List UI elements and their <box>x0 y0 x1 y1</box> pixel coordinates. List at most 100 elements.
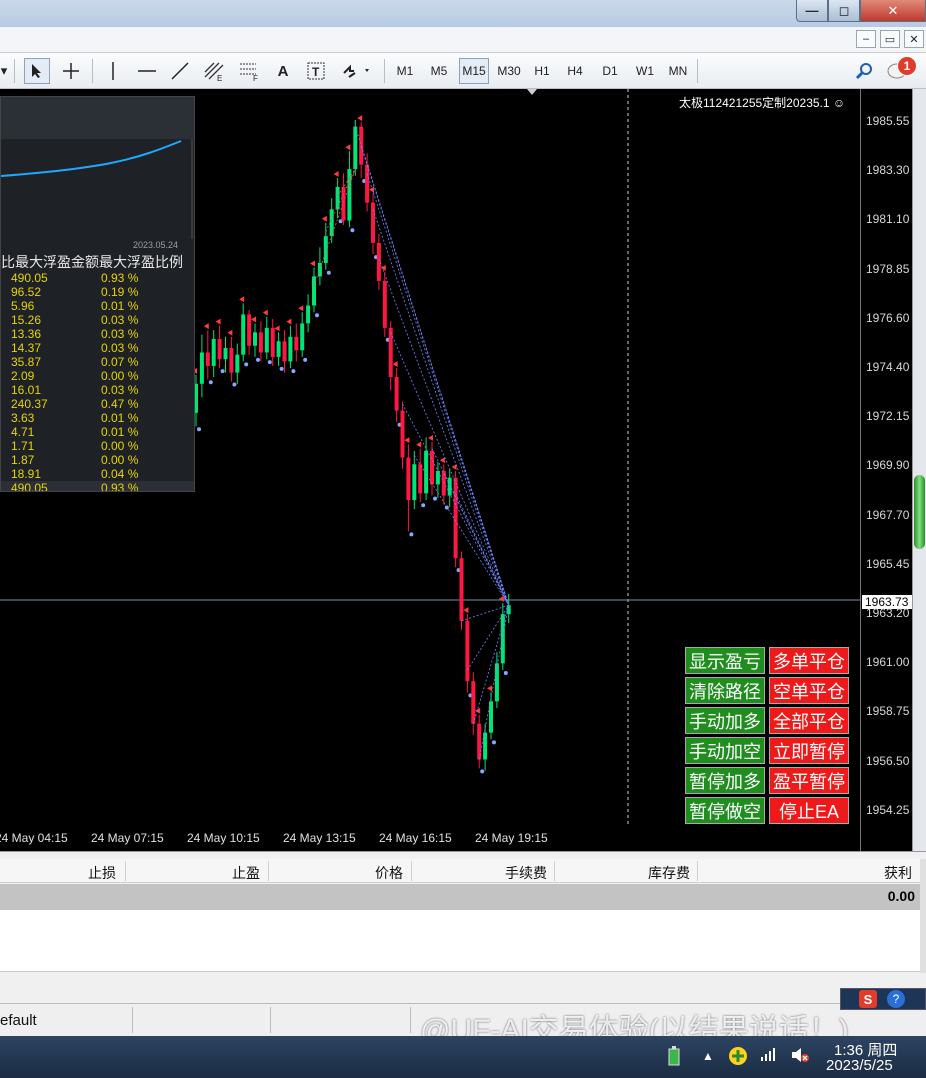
close-button[interactable]: ✕ <box>860 0 926 22</box>
candle-body <box>223 347 228 360</box>
scroll-thumb[interactable] <box>914 475 925 549</box>
max-profit-ratio: 0.93 % <box>101 271 139 285</box>
price-tick-label: 1983.30 <box>866 163 910 178</box>
candle-body <box>435 470 440 485</box>
show-pnl-button[interactable]: 显示盈亏 <box>685 647 765 674</box>
volume-muted-icon[interactable] <box>790 1046 810 1069</box>
timeframe-m1[interactable]: M1 <box>392 58 418 84</box>
panel-row: 35.87 0.07 % <box>1 355 194 369</box>
candle-body <box>465 620 470 682</box>
sell-marker <box>475 707 481 714</box>
trendline-icon[interactable] <box>167 58 193 84</box>
buy-marker <box>421 503 426 508</box>
chart-close-button[interactable]: ✕ <box>904 30 924 48</box>
sell-marker <box>298 305 304 312</box>
buy-marker <box>220 369 225 374</box>
panel-row: 3.63 0.01 % <box>1 411 194 425</box>
close-buys-button[interactable]: 多单平仓 <box>769 647 849 674</box>
text-icon[interactable]: A <box>270 58 296 84</box>
column-swap[interactable]: 库存费 <box>648 863 690 883</box>
help-icon[interactable]: ? <box>887 990 905 1008</box>
pause-sell-button[interactable]: 暂停做空 <box>685 797 765 824</box>
clock-date[interactable]: 2023/5/25 <box>826 1057 893 1074</box>
security-icon[interactable] <box>728 1046 748 1071</box>
max-profit-amount: 5.96 <box>11 299 35 313</box>
timeframe-m30[interactable]: M30 <box>494 58 524 84</box>
max-profit-ratio: 0.04 % <box>101 467 139 481</box>
max-profit-ratio: 0.00 % <box>101 439 139 453</box>
battery-icon[interactable] <box>668 1046 680 1071</box>
terminal-header: 止损 止盈 价格 手续费 库存费 获利 <box>0 859 920 883</box>
close-sells-button[interactable]: 空单平仓 <box>769 677 849 704</box>
arrows-icon[interactable] <box>338 58 374 84</box>
sell-marker <box>227 329 233 336</box>
candle-body <box>211 339 216 366</box>
buy-marker <box>232 382 237 387</box>
timeframe-h1[interactable]: H1 <box>530 58 554 84</box>
pause-on-profit-button[interactable]: 盈平暂停 <box>769 767 849 794</box>
chart-scrollbar[interactable] <box>912 89 926 851</box>
channel-icon[interactable]: E <box>200 58 228 84</box>
timeframe-h4[interactable]: H4 <box>563 58 587 84</box>
max-profit-ratio: 0.03 % <box>101 383 139 397</box>
candle-body <box>376 242 381 281</box>
panel-row: 15.26 0.03 % <box>1 313 194 327</box>
price-tick-label: 1965.45 <box>866 556 910 571</box>
column-profit[interactable]: 获利 <box>884 863 912 883</box>
price-tick-label: 1954.25 <box>866 802 910 817</box>
candle-body <box>282 341 287 362</box>
vertical-line-icon[interactable] <box>100 58 126 84</box>
sell-marker <box>310 260 315 267</box>
chart-restore-button[interactable]: ▭ <box>880 30 900 48</box>
toolbar: ▾ E F A T M1 M5 M15 M30 H1 H4 D1 W1 MN <box>0 53 926 89</box>
price-tick-label: 1956.50 <box>866 753 910 768</box>
timeframe-d1[interactable]: D1 <box>598 58 622 84</box>
price-tick-label: 1985.55 <box>866 114 910 128</box>
manual-buy-button[interactable]: 手动加多 <box>685 707 765 734</box>
column-commission[interactable]: 手续费 <box>505 863 547 883</box>
stop-ea-button[interactable]: 停止EA <box>769 797 849 824</box>
profile-name[interactable]: efault <box>0 1012 37 1029</box>
toolbar-dropdown-icon[interactable]: ▾ <box>0 58 8 84</box>
equity-curve <box>1 139 193 239</box>
buy-marker <box>197 427 201 432</box>
price-tick-label: 1967.70 <box>866 507 910 522</box>
timeframe-mn[interactable]: MN <box>665 58 691 84</box>
tray-expand-icon[interactable]: ▲ <box>702 1049 714 1063</box>
chart-minimize-button[interactable]: – <box>856 30 876 48</box>
column-take-profit[interactable]: 止盈 <box>232 863 260 883</box>
horizontal-line-icon[interactable] <box>134 58 160 84</box>
terminal-body <box>0 910 920 972</box>
buy-marker <box>409 532 414 537</box>
terminal-scrollbar[interactable] <box>920 859 926 973</box>
fibonacci-icon[interactable]: F <box>236 58 262 84</box>
signal-icon[interactable] <box>760 1046 776 1067</box>
timeframe-m15[interactable]: M15 <box>459 58 489 84</box>
sell-marker <box>251 316 256 323</box>
menu-bar: – ▭ ✕ <box>0 27 926 53</box>
panel-row: 13.36 0.03 % <box>1 327 194 341</box>
timeframe-w1[interactable]: W1 <box>632 58 658 84</box>
column-price[interactable]: 价格 <box>375 863 403 883</box>
pause-buy-button[interactable]: 暂停加多 <box>685 767 765 794</box>
text-label-icon[interactable]: T <box>303 58 329 84</box>
clear-path-button[interactable]: 清除路径 <box>685 677 765 704</box>
search-icon[interactable] <box>852 58 876 84</box>
balance-row[interactable]: 0.00 <box>0 884 920 910</box>
close-all-button[interactable]: 全部平仓 <box>769 707 849 734</box>
time-tick-label: 24 May 16:15 <box>379 831 452 845</box>
pause-now-button[interactable]: 立即暂停 <box>769 737 849 764</box>
notification-badge[interactable]: 1 <box>897 56 917 76</box>
ime-toolbar[interactable]: S ? <box>840 988 926 1010</box>
column-stop-loss[interactable]: 止损 <box>88 863 116 883</box>
candle-body <box>353 126 358 170</box>
manual-sell-button[interactable]: 手动加空 <box>685 737 765 764</box>
minimize-button[interactable]: — <box>796 0 828 22</box>
maximize-button[interactable]: ◻ <box>828 0 860 22</box>
sell-marker <box>439 457 445 464</box>
max-profit-amount: 1.71 <box>11 439 35 453</box>
cursor-icon[interactable] <box>24 58 50 84</box>
candle-body <box>371 202 375 243</box>
crosshair-icon[interactable] <box>58 58 84 84</box>
timeframe-m5[interactable]: M5 <box>426 58 452 84</box>
